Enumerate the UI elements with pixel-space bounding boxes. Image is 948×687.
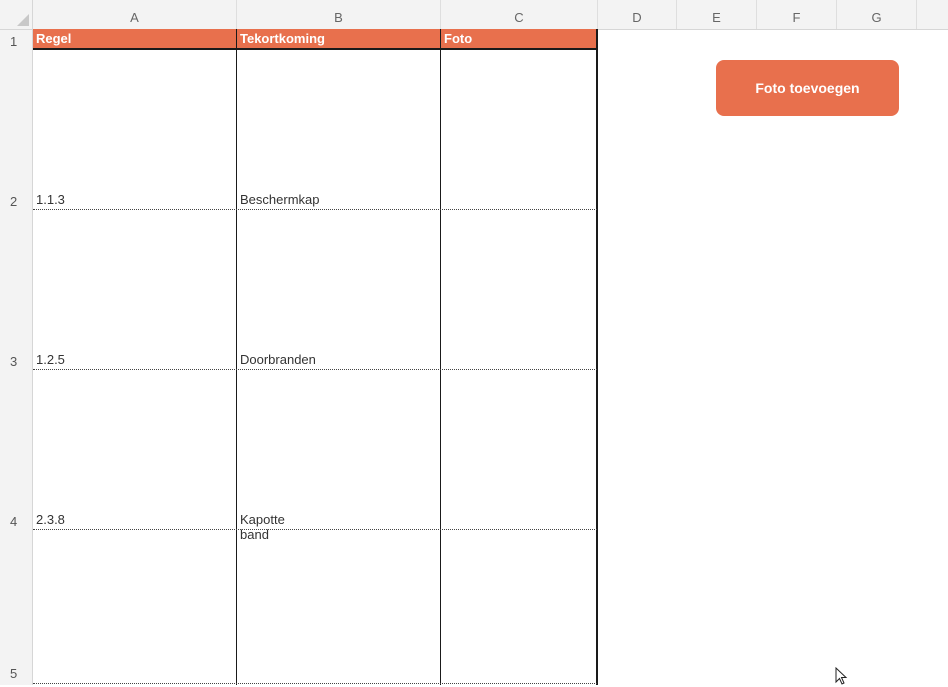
row-headers: 1 2 3 4 5 bbox=[0, 30, 33, 685]
row-header-1[interactable]: 1 bbox=[0, 30, 32, 49]
cell-b3[interactable]: Doorbranden bbox=[237, 352, 316, 367]
column-header-b[interactable]: B bbox=[237, 0, 441, 29]
row-header-4[interactable]: 4 bbox=[0, 369, 32, 529]
cell-b2[interactable]: Beschermkap bbox=[237, 192, 319, 207]
header-cell-foto[interactable]: Foto bbox=[441, 29, 598, 48]
row-header-5[interactable]: 5 bbox=[0, 529, 32, 681]
cell-a4[interactable]: 2.3.8 bbox=[33, 512, 65, 527]
row-separator bbox=[33, 683, 597, 684]
select-all-icon bbox=[17, 14, 29, 26]
cell-a3[interactable]: 1.2.5 bbox=[33, 352, 65, 367]
select-all-corner[interactable] bbox=[0, 0, 33, 29]
column-border-bc bbox=[440, 29, 441, 685]
row-separator bbox=[33, 529, 597, 530]
column-headers: A B C D E F G bbox=[0, 0, 948, 30]
column-header-d[interactable]: D bbox=[598, 0, 677, 29]
column-header-f[interactable]: F bbox=[757, 0, 837, 29]
column-header-c[interactable]: C bbox=[441, 0, 598, 29]
column-header-a[interactable]: A bbox=[33, 0, 237, 29]
row-separator bbox=[33, 369, 597, 370]
column-border-c-right bbox=[596, 29, 598, 685]
header-cell-tekortkoming[interactable]: Tekortkoming bbox=[237, 29, 441, 48]
row-header-3[interactable]: 3 bbox=[0, 209, 32, 369]
cell-b4[interactable]: Kapotte band bbox=[237, 512, 285, 542]
arrow-cursor-icon bbox=[835, 667, 848, 685]
header-bottom-border bbox=[33, 48, 598, 50]
column-header-g[interactable]: G bbox=[837, 0, 917, 29]
header-cell-regel[interactable]: Regel bbox=[33, 29, 237, 48]
add-photo-button[interactable]: Foto toevoegen bbox=[716, 60, 899, 116]
column-header-e[interactable]: E bbox=[677, 0, 757, 29]
row-separator bbox=[33, 209, 597, 210]
row-header-2[interactable]: 2 bbox=[0, 49, 32, 209]
cell-a2[interactable]: 1.1.3 bbox=[33, 192, 65, 207]
